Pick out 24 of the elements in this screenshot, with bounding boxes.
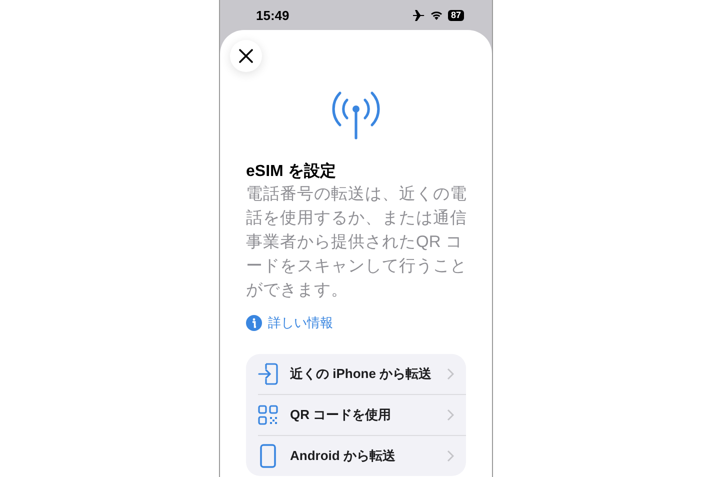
info-link-text[interactable]: 詳しい情報 [268,314,333,332]
close-button[interactable] [230,40,262,72]
chevron-icon [447,368,454,380]
option-row[interactable]: Android から転送 [258,436,466,476]
wifi-icon [430,10,443,20]
airplane-icon [412,10,425,20]
sheet-title: eSIM を設定 [246,162,337,182]
info-icon [246,315,262,331]
option-label: 近くの iPhone から転送 [290,365,433,383]
qr-code-icon [258,405,278,425]
status-time: 15:49 [256,8,290,22]
info-link[interactable]: 詳しい情報 [246,314,466,332]
chevron-icon [447,450,454,462]
antenna-icon [329,90,383,140]
chevron-icon [447,409,454,421]
close-icon [239,49,253,63]
option-row[interactable]: QR コードを使用 [258,395,466,436]
option-row[interactable]: 近くの iPhone から転送 [258,354,466,395]
option-label: Android から転送 [290,447,396,465]
description-text: 電話番号の転送は、近くの電話を使用するか、または通信事業者から提供されたQR コードをスキャンして行うことができます。 [246,184,468,301]
phone-icon [258,444,278,468]
battery-level: 87 [448,10,464,20]
transfer-icon [258,363,278,385]
option-label: QR コードを使用 [290,406,392,424]
